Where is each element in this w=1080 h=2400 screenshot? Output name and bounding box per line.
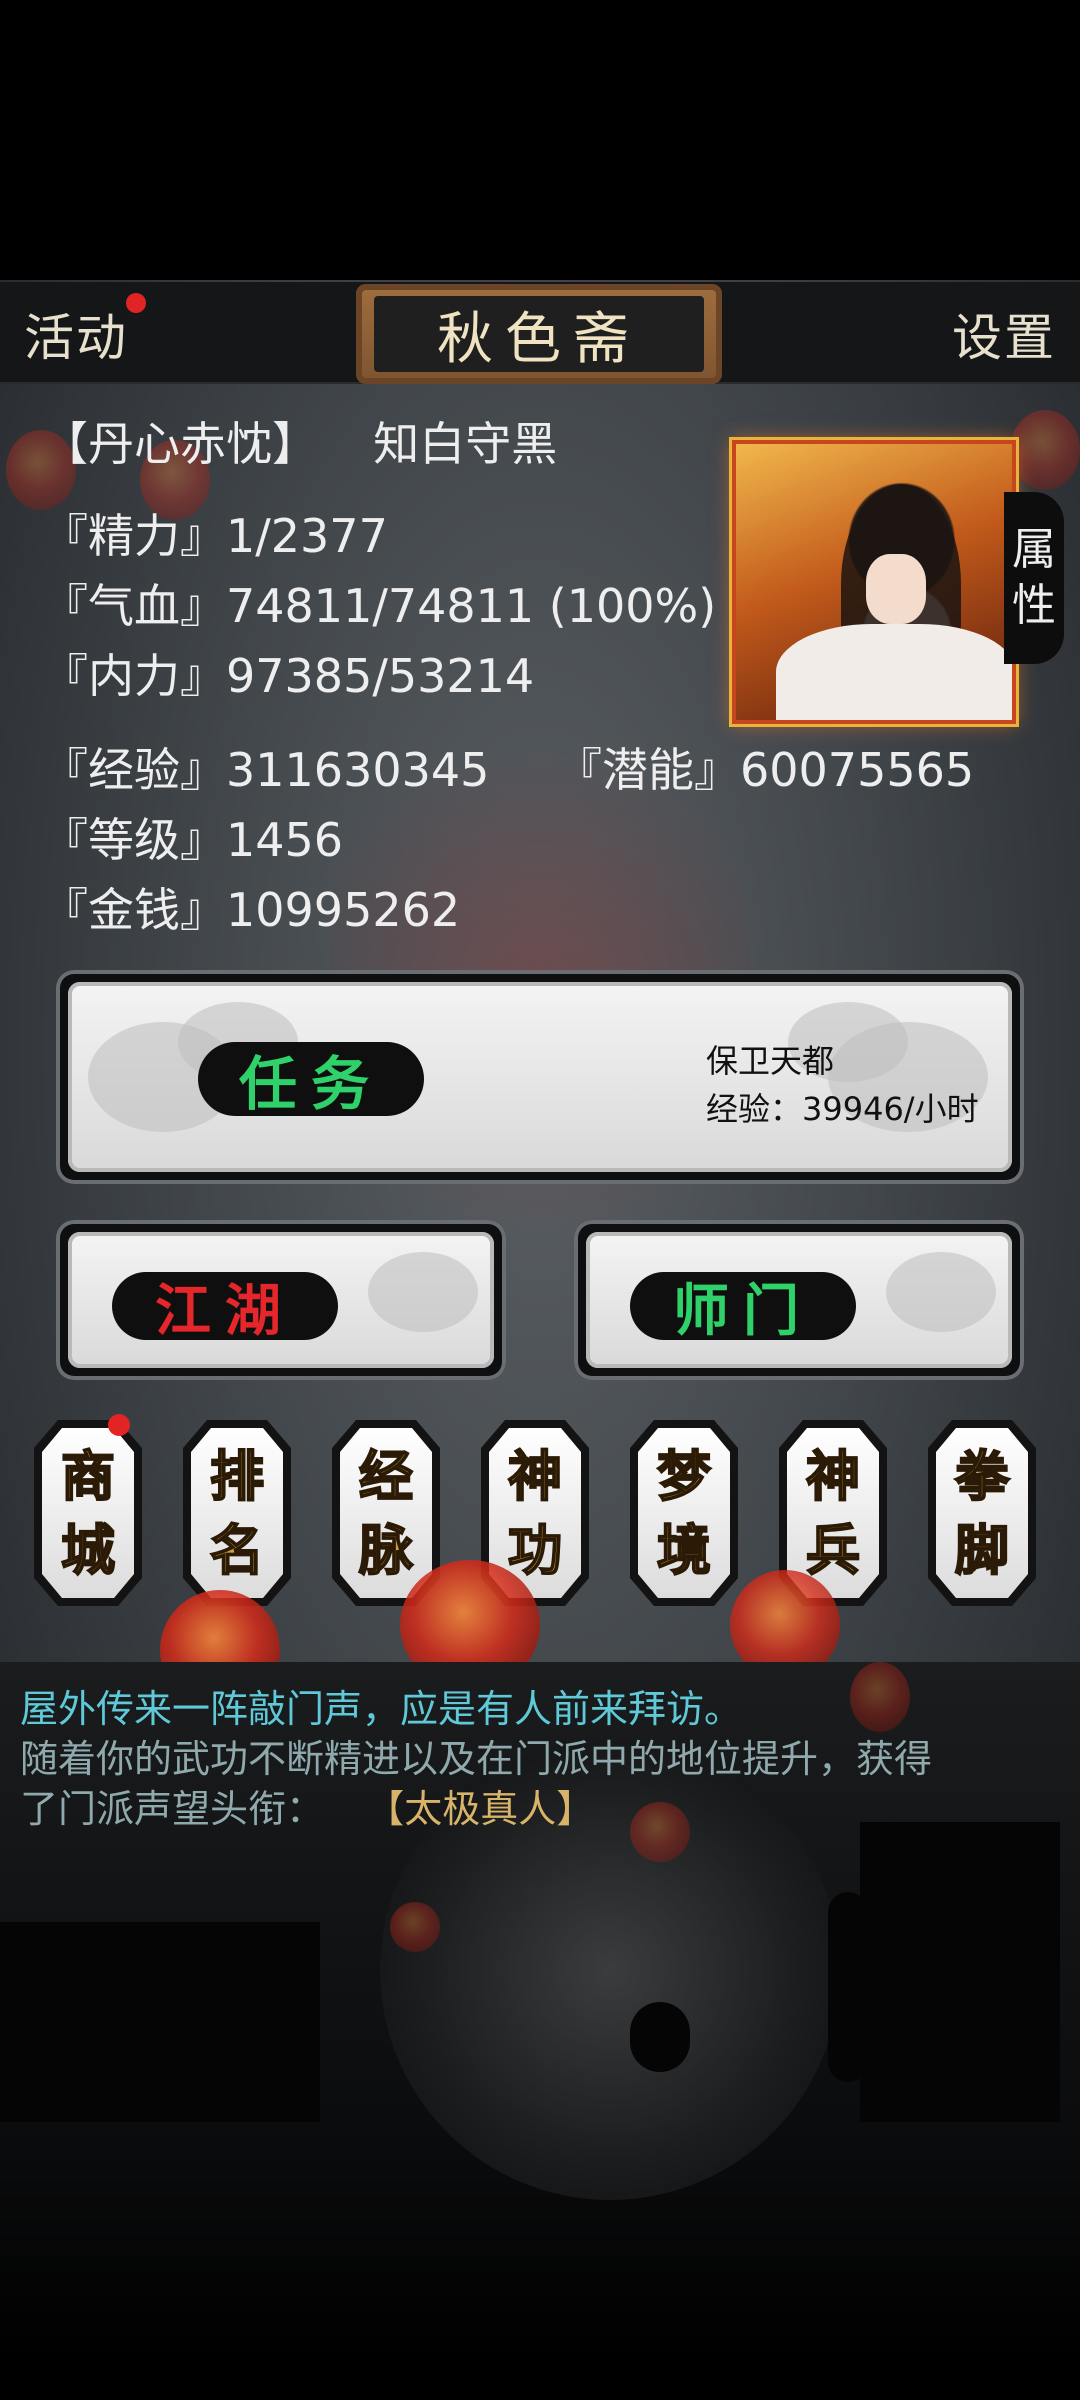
- tile-char: 城: [60, 1517, 116, 1583]
- task-card[interactable]: 任务 保卫天都 经验：39946/小时: [56, 970, 1024, 1184]
- tile-char: 名: [209, 1517, 265, 1583]
- stat-qianneng: 『潜能』60075565: [556, 743, 975, 797]
- character-name: 知白守黑: [373, 417, 558, 471]
- tile-char: 经: [358, 1443, 414, 1509]
- shop-notification-dot: [108, 1414, 130, 1436]
- log-honor-title: 【太极真人】: [366, 1787, 595, 1831]
- tile-char: 商: [60, 1443, 116, 1509]
- task-exp-rate: 经验：39946/小时: [706, 1090, 979, 1128]
- cloud-ornament: [368, 1252, 478, 1332]
- attributes-tab[interactable]: 属 性: [1004, 492, 1064, 664]
- activity-button[interactable]: 活动: [24, 298, 128, 370]
- stat-jingyan: 『经验』311630345: [42, 743, 490, 797]
- tile-char: 神: [507, 1443, 563, 1509]
- tile-char: 拳: [954, 1443, 1010, 1509]
- ranking-tile[interactable]: 排名: [183, 1420, 291, 1606]
- background-lantern: [390, 1902, 440, 1952]
- fist-kick-tile[interactable]: 拳脚: [928, 1420, 1036, 1606]
- log-line-1: 屋外传来一阵敲门声，应是有人前来拜访。: [20, 1687, 743, 1731]
- tile-char: 梦: [656, 1443, 712, 1509]
- attributes-tab-char-2: 性: [1012, 580, 1056, 631]
- jianghu-button[interactable]: 江湖: [112, 1272, 338, 1344]
- attributes-tab-char-1: 属: [1012, 524, 1056, 575]
- cloud-ornament: [886, 1252, 996, 1332]
- background-lantern: [1010, 410, 1080, 490]
- shimen-button[interactable]: 师门: [630, 1272, 856, 1344]
- background-lantern: [630, 1802, 690, 1862]
- title-plate: 秋色斋: [356, 284, 722, 384]
- stat-neili: 『内力』97385/53214: [42, 649, 535, 703]
- task-name: 保卫天都: [706, 1042, 835, 1080]
- stat-jingli: 『精力』1/2377: [42, 509, 388, 563]
- tile-char: 脚: [954, 1517, 1010, 1583]
- tile-char: 境: [656, 1517, 712, 1583]
- portrait-robe: [776, 624, 1012, 720]
- title-tag: 【丹心赤忱】: [42, 417, 318, 471]
- shop-tile-face: 商城: [42, 1428, 134, 1598]
- shimen-card[interactable]: 师门: [574, 1220, 1024, 1380]
- shimen-card-inner: 师门: [586, 1232, 1012, 1368]
- stat-dengji: 『等级』1456: [42, 813, 344, 867]
- log-line-2: 随着你的武功不断精进以及在门派中的地位提升，获得: [20, 1737, 933, 1781]
- task-card-inner: 任务 保卫天都 经验：39946/小时: [68, 982, 1012, 1172]
- portrait-face: [866, 554, 926, 624]
- character-portrait[interactable]: [732, 440, 1016, 724]
- log-line-3-prefix: 了门派声望头衔：: [20, 1787, 325, 1831]
- settings-button[interactable]: 设置: [952, 298, 1056, 370]
- tile-char: 脉: [358, 1517, 414, 1583]
- dreamland-tile-face: 梦境: [638, 1428, 730, 1598]
- tile-char: 神: [805, 1443, 861, 1509]
- tile-char: 兵: [805, 1517, 861, 1583]
- background-figure-silhouette: [828, 1892, 868, 2082]
- background-building-silhouette: [0, 1922, 320, 2122]
- page-title: 秋色斋: [374, 296, 704, 372]
- log-line-3: 了门派声望头衔： 【太极真人】: [20, 1778, 594, 1833]
- meridian-tile-face: 经脉: [340, 1428, 432, 1598]
- background-figure-silhouette: [630, 2002, 690, 2072]
- stat-jinqian: 『金钱』10995262: [42, 883, 461, 937]
- activity-notification-dot: [126, 293, 146, 313]
- stat-qixue: 『气血』74811/74811 (100%): [42, 579, 717, 633]
- jianghu-card[interactable]: 江湖: [56, 1220, 506, 1380]
- jianghu-card-inner: 江湖: [68, 1232, 494, 1368]
- dreamland-tile[interactable]: 梦境: [630, 1420, 738, 1606]
- fist-kick-tile-face: 拳脚: [936, 1428, 1028, 1598]
- shop-tile[interactable]: 商城: [34, 1420, 142, 1606]
- character-name-line: 【丹心赤忱】 知白守黑: [42, 408, 557, 474]
- background-lantern: [850, 1662, 910, 1732]
- ranking-tile-face: 排名: [191, 1428, 283, 1598]
- tile-char: 排: [209, 1443, 265, 1509]
- background-building-silhouette: [860, 1822, 1060, 2122]
- task-button[interactable]: 任务: [198, 1042, 424, 1118]
